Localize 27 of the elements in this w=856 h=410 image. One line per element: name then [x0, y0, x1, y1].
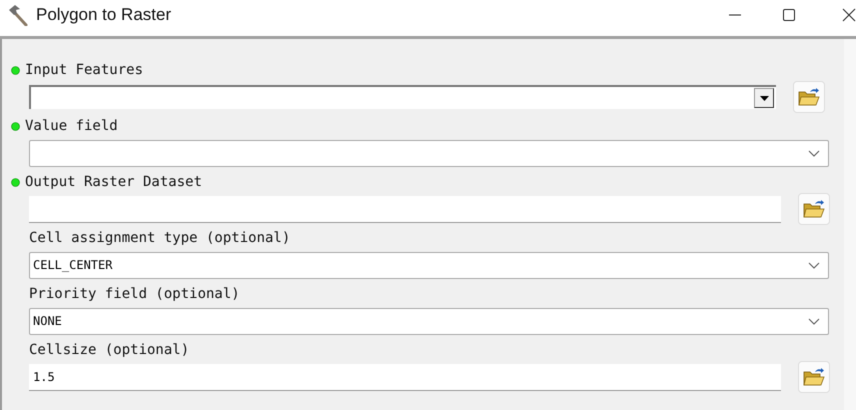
window-title: Polygon to Raster	[36, 5, 172, 25]
input-features-dropdown[interactable]	[29, 85, 776, 109]
maximize-icon	[782, 8, 796, 22]
parameter-label: Input Features	[25, 62, 144, 78]
folder-icon	[798, 87, 820, 107]
input-field[interactable]: 1.5	[29, 364, 781, 390]
close-icon	[842, 8, 856, 22]
parameter-label: Priority field (optional)	[29, 286, 240, 302]
parameter-label: Value field	[25, 118, 118, 134]
dropdown-field[interactable]: NONE	[29, 308, 829, 334]
chevron-down-icon	[808, 318, 820, 324]
dropdown-arrow-icon	[760, 96, 768, 100]
dropdown-field[interactable]: CELL_CENTER	[29, 252, 829, 278]
minimize-icon	[728, 14, 742, 16]
browse-button[interactable]	[798, 361, 830, 393]
folder-icon	[803, 367, 825, 387]
dropdown-field[interactable]	[29, 140, 829, 166]
browse-button[interactable]	[798, 193, 830, 225]
parameter-label: Cell assignment type (optional)	[29, 230, 290, 246]
scrollbar[interactable]	[844, 39, 856, 410]
browse-button[interactable]	[793, 81, 825, 113]
input-field[interactable]	[29, 196, 781, 222]
chevron-down-icon	[808, 150, 820, 156]
folder-icon	[803, 199, 825, 219]
parameter-label: Cellsize (optional)	[29, 342, 190, 358]
parameter-label: Output Raster Dataset	[25, 174, 202, 190]
chevron-down-icon	[808, 262, 820, 268]
